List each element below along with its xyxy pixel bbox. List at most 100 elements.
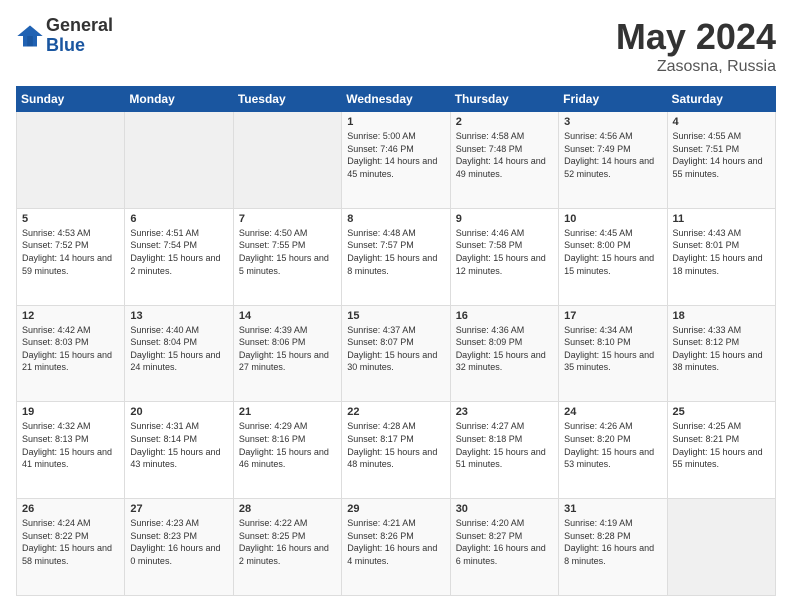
calendar-cell xyxy=(125,112,233,209)
day-number: 12 xyxy=(22,310,119,322)
calendar-cell: 1 Sunrise: 5:00 AMSunset: 7:46 PMDaylight… xyxy=(342,112,450,209)
calendar-week-row: 26Sunrise: 4:24 AMSunset: 8:22 PMDayligh… xyxy=(17,499,776,596)
cell-text: Sunrise: 4:53 AMSunset: 7:52 PMDaylight:… xyxy=(22,227,119,277)
calendar-cell: 14 Sunrise: 4:39 AMSunset: 8:06 PMDayligh… xyxy=(233,305,341,402)
cell-text: Sunrise: 4:36 AMSunset: 8:09 PMDaylight:… xyxy=(456,324,553,374)
logo-blue-label: Blue xyxy=(46,36,113,56)
calendar-cell: 3 Sunrise: 4:56 AMSunset: 7:49 PMDaylight… xyxy=(559,112,667,209)
cell-text: Sunrise: 4:21 AMSunset: 8:26 PMDaylight:… xyxy=(347,517,444,567)
weekday-header-tuesday: Tuesday xyxy=(233,87,341,112)
day-number: 14 xyxy=(239,310,336,322)
day-number: 6 xyxy=(130,213,227,225)
calendar-cell: 5Sunrise: 4:53 AMSunset: 7:52 PMDaylight… xyxy=(17,208,125,305)
day-number: 8 xyxy=(347,213,444,225)
day-number: 27 xyxy=(130,503,227,515)
logo: General Blue xyxy=(16,16,113,56)
day-number: 10 xyxy=(564,213,661,225)
day-number: 15 xyxy=(347,310,444,322)
day-number: 22 xyxy=(347,406,444,418)
calendar-cell: 11Sunrise: 4:43 AMSunset: 8:01 PMDayligh… xyxy=(667,208,775,305)
day-number: 7 xyxy=(239,213,336,225)
cell-text: Sunrise: 4:51 AMSunset: 7:54 PMDaylight:… xyxy=(130,227,227,277)
calendar-cell: 29 Sunrise: 4:21 AMSunset: 8:26 PMDayligh… xyxy=(342,499,450,596)
day-number: 1 xyxy=(347,116,444,128)
cell-text: Sunrise: 4:26 AMSunset: 8:20 PMDaylight:… xyxy=(564,420,661,470)
day-number: 2 xyxy=(456,116,553,128)
cell-text: Sunrise: 4:50 AMSunset: 7:55 PMDaylight:… xyxy=(239,227,336,277)
cell-text: Sunrise: 4:55 AMSunset: 7:51 PMDaylight:… xyxy=(673,130,770,180)
day-number: 13 xyxy=(130,310,227,322)
calendar-header-row: SundayMondayTuesdayWednesdayThursdayFrid… xyxy=(17,87,776,112)
cell-text: Sunrise: 4:31 AMSunset: 8:14 PMDaylight:… xyxy=(130,420,227,470)
calendar-cell: 30 Sunrise: 4:20 AMSunset: 8:27 PMDayligh… xyxy=(450,499,558,596)
calendar-cell: 27 Sunrise: 4:23 AMSunset: 8:23 PMDayligh… xyxy=(125,499,233,596)
calendar-cell: 10 Sunrise: 4:45 AMSunset: 8:00 PMDayligh… xyxy=(559,208,667,305)
weekday-header-thursday: Thursday xyxy=(450,87,558,112)
calendar-cell: 17 Sunrise: 4:34 AMSunset: 8:10 PMDayligh… xyxy=(559,305,667,402)
day-number: 17 xyxy=(564,310,661,322)
cell-text: Sunrise: 4:25 AMSunset: 8:21 PMDaylight:… xyxy=(673,420,770,470)
day-number: 19 xyxy=(22,406,119,418)
cell-text: Sunrise: 4:32 AMSunset: 8:13 PMDaylight:… xyxy=(22,420,119,470)
cell-text: Sunrise: 4:33 AMSunset: 8:12 PMDaylight:… xyxy=(673,324,770,374)
calendar-cell: 15Sunrise: 4:37 AMSunset: 8:07 PMDayligh… xyxy=(342,305,450,402)
calendar-table: SundayMondayTuesdayWednesdayThursdayFrid… xyxy=(16,86,776,596)
calendar-cell: 13 Sunrise: 4:40 AMSunset: 8:04 PMDayligh… xyxy=(125,305,233,402)
weekday-header-wednesday: Wednesday xyxy=(342,87,450,112)
day-number: 24 xyxy=(564,406,661,418)
day-number: 30 xyxy=(456,503,553,515)
calendar-week-row: 19 Sunrise: 4:32 AMSunset: 8:13 PMDayligh… xyxy=(17,402,776,499)
calendar-week-row: 1 Sunrise: 5:00 AMSunset: 7:46 PMDaylight… xyxy=(17,112,776,209)
cell-text: Sunrise: 4:48 AMSunset: 7:57 PMDaylight:… xyxy=(347,227,444,277)
calendar-cell xyxy=(233,112,341,209)
day-number: 4 xyxy=(673,116,770,128)
calendar-cell: 16 Sunrise: 4:36 AMSunset: 8:09 PMDayligh… xyxy=(450,305,558,402)
calendar-cell: 22Sunrise: 4:28 AMSunset: 8:17 PMDayligh… xyxy=(342,402,450,499)
logo-text: General Blue xyxy=(46,16,113,56)
cell-text: Sunrise: 4:34 AMSunset: 8:10 PMDaylight:… xyxy=(564,324,661,374)
day-number: 16 xyxy=(456,310,553,322)
cell-text: Sunrise: 4:56 AMSunset: 7:49 PMDaylight:… xyxy=(564,130,661,180)
calendar-cell: 21Sunrise: 4:29 AMSunset: 8:16 PMDayligh… xyxy=(233,402,341,499)
calendar-cell: 24 Sunrise: 4:26 AMSunset: 8:20 PMDayligh… xyxy=(559,402,667,499)
calendar-cell xyxy=(17,112,125,209)
day-number: 21 xyxy=(239,406,336,418)
day-number: 29 xyxy=(347,503,444,515)
day-number: 28 xyxy=(239,503,336,515)
calendar-cell: 19 Sunrise: 4:32 AMSunset: 8:13 PMDayligh… xyxy=(17,402,125,499)
header: General Blue May 2024 Zasosna, Russia xyxy=(16,16,776,76)
calendar-cell: 4 Sunrise: 4:55 AMSunset: 7:51 PMDaylight… xyxy=(667,112,775,209)
calendar-cell: 7 Sunrise: 4:50 AMSunset: 7:55 PMDaylight… xyxy=(233,208,341,305)
page: General Blue May 2024 Zasosna, Russia Su… xyxy=(0,0,792,612)
weekday-header-saturday: Saturday xyxy=(667,87,775,112)
calendar-cell xyxy=(667,499,775,596)
day-number: 3 xyxy=(564,116,661,128)
cell-text: Sunrise: 4:45 AMSunset: 8:00 PMDaylight:… xyxy=(564,227,661,277)
calendar-cell: 31Sunrise: 4:19 AMSunset: 8:28 PMDayligh… xyxy=(559,499,667,596)
calendar-cell: 28Sunrise: 4:22 AMSunset: 8:25 PMDayligh… xyxy=(233,499,341,596)
calendar-cell: 12Sunrise: 4:42 AMSunset: 8:03 PMDayligh… xyxy=(17,305,125,402)
calendar-week-row: 12Sunrise: 4:42 AMSunset: 8:03 PMDayligh… xyxy=(17,305,776,402)
calendar-cell: 6 Sunrise: 4:51 AMSunset: 7:54 PMDaylight… xyxy=(125,208,233,305)
calendar-week-row: 5Sunrise: 4:53 AMSunset: 7:52 PMDaylight… xyxy=(17,208,776,305)
calendar-cell: 18Sunrise: 4:33 AMSunset: 8:12 PMDayligh… xyxy=(667,305,775,402)
cell-text: Sunrise: 4:23 AMSunset: 8:23 PMDaylight:… xyxy=(130,517,227,567)
day-number: 23 xyxy=(456,406,553,418)
calendar-cell: 25 Sunrise: 4:25 AMSunset: 8:21 PMDayligh… xyxy=(667,402,775,499)
calendar-cell: 26Sunrise: 4:24 AMSunset: 8:22 PMDayligh… xyxy=(17,499,125,596)
cell-text: Sunrise: 5:00 AMSunset: 7:46 PMDaylight:… xyxy=(347,130,444,180)
weekday-header-monday: Monday xyxy=(125,87,233,112)
calendar-cell: 8 Sunrise: 4:48 AMSunset: 7:57 PMDaylight… xyxy=(342,208,450,305)
day-number: 25 xyxy=(673,406,770,418)
weekday-header-friday: Friday xyxy=(559,87,667,112)
calendar-cell: 9Sunrise: 4:46 AMSunset: 7:58 PMDaylight… xyxy=(450,208,558,305)
cell-text: Sunrise: 4:58 AMSunset: 7:48 PMDaylight:… xyxy=(456,130,553,180)
cell-text: Sunrise: 4:40 AMSunset: 8:04 PMDaylight:… xyxy=(130,324,227,374)
day-number: 31 xyxy=(564,503,661,515)
cell-text: Sunrise: 4:39 AMSunset: 8:06 PMDaylight:… xyxy=(239,324,336,374)
calendar-cell: 2 Sunrise: 4:58 AMSunset: 7:48 PMDaylight… xyxy=(450,112,558,209)
cell-text: Sunrise: 4:20 AMSunset: 8:27 PMDaylight:… xyxy=(456,517,553,567)
day-number: 20 xyxy=(130,406,227,418)
title-location: Zasosna, Russia xyxy=(616,58,776,76)
title-month: May 2024 xyxy=(616,16,776,58)
